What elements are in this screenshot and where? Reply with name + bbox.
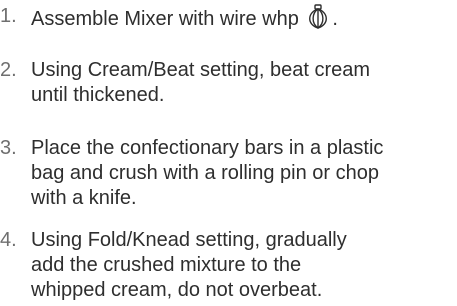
step-number: 3. xyxy=(0,137,17,159)
step-text: Using Fold/Knead setting, gradually add … xyxy=(31,228,457,303)
step-text-line: until thickened. xyxy=(31,84,165,106)
step-text-line: Place the confectionary bars in a plasti… xyxy=(31,137,384,159)
step-text-line: bag and crush with a rolling pin or chop xyxy=(31,162,379,184)
step-number: 4. xyxy=(0,229,17,251)
step-text-line: whipped cream, do not overbeat. xyxy=(31,279,323,301)
step-text-line: Using Cream/Beat setting, beat cream xyxy=(31,59,371,81)
step-text: Place the confectionary bars in a plasti… xyxy=(31,136,457,211)
step-text-line: Assemble Mixer with wire whp xyxy=(31,8,299,30)
step-text-line: add the crushed mixture to the xyxy=(31,254,302,276)
step-text: Assemble Mixer with wire whp . xyxy=(31,4,457,32)
instruction-list: 1. Assemble Mixer with wire whp . 2. Usi… xyxy=(0,0,457,306)
step-number: 1. xyxy=(0,5,17,27)
step-text-line: . xyxy=(332,8,338,30)
step-text-line: with a knife. xyxy=(31,187,137,209)
wire-whisk-icon xyxy=(309,4,328,29)
step-text-line: Using Fold/Knead setting, gradually xyxy=(31,229,347,251)
step-text: Using Cream/Beat setting, beat cream unt… xyxy=(31,58,457,108)
step-number: 2. xyxy=(0,59,17,81)
